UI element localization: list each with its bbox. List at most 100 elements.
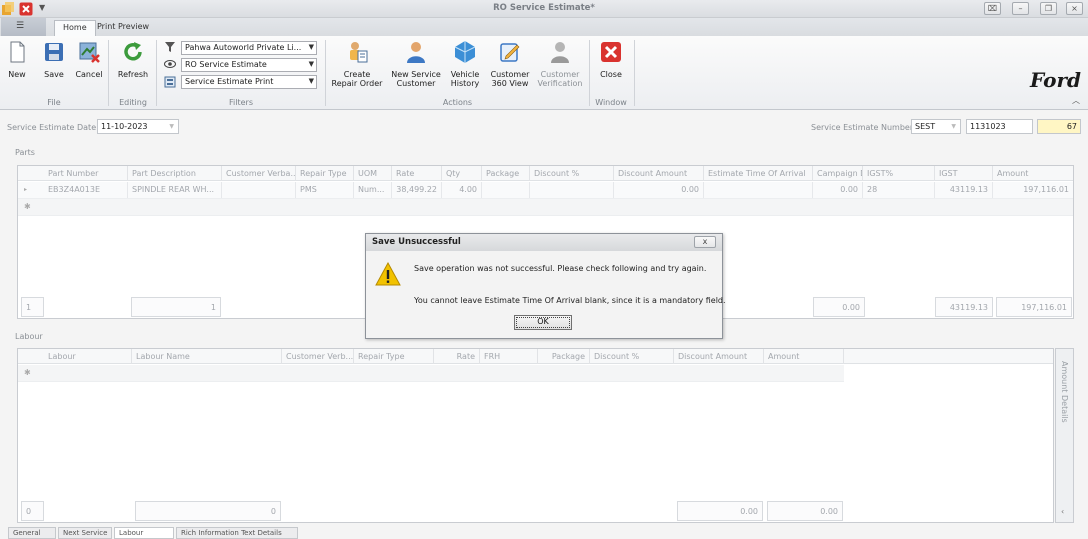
- table-row[interactable]: ▸ EB3Z4A013E SPINDLE REAR WH... PMS Num.…: [18, 182, 1073, 199]
- tab-print-preview[interactable]: Print Preview: [89, 20, 157, 36]
- col-package[interactable]: Package: [538, 349, 590, 364]
- service-estimate-date-value: 11-10-2023: [101, 122, 148, 131]
- estimate-suffix-field[interactable]: 67: [1037, 119, 1081, 134]
- col-igst-pct[interactable]: IGST%: [863, 166, 935, 181]
- refresh-button-label: Refresh: [117, 70, 149, 79]
- parts-footer-count: 1: [21, 297, 44, 317]
- group-separator: [108, 40, 109, 106]
- warning-icon: [375, 262, 401, 286]
- dialog-message-line-2: You cannot leave Estimate Time Of Arriva…: [414, 296, 726, 305]
- new-row[interactable]: ✱: [18, 365, 844, 382]
- refresh-button[interactable]: Refresh: [116, 40, 150, 79]
- col-campaign-discount[interactable]: Campaign D...: [813, 166, 863, 181]
- col-package[interactable]: Package: [482, 166, 530, 181]
- dealer-filter-combo[interactable]: Pahwa Autoworld Private Li... ▼: [181, 41, 317, 55]
- bottom-tab-labour[interactable]: Labour: [114, 527, 174, 539]
- cell-part-number[interactable]: EB3Z4A013E: [44, 182, 128, 198]
- col-rate[interactable]: Rate: [392, 166, 442, 181]
- new-row-asterisk-icon: ✱: [24, 368, 31, 377]
- estimate-number-field[interactable]: 1131023: [966, 119, 1033, 134]
- create-repair-order-label-1: Create: [343, 70, 371, 79]
- cell-rate[interactable]: 38,499.22: [392, 182, 442, 198]
- col-discount-pct[interactable]: Discount %: [590, 349, 674, 364]
- col-estimate-time-of-arrival[interactable]: Estimate Time Of Arrival: [704, 166, 813, 181]
- close-button[interactable]: ×: [1066, 2, 1083, 15]
- bottom-tab-general[interactable]: General: [8, 527, 56, 539]
- create-repair-order-button[interactable]: Create Repair Order: [330, 40, 384, 88]
- cell-igst[interactable]: 43119.13: [935, 182, 993, 198]
- service-estimate-number-label: Service Estimate Number: [811, 123, 914, 132]
- new-row-asterisk-icon: ✱: [24, 202, 31, 211]
- group-label-window: Window: [595, 98, 627, 107]
- dialog-title: Save Unsuccessful: [366, 234, 722, 251]
- bottom-tab-rich-information[interactable]: Rich Information Text Details: [176, 527, 298, 539]
- new-service-customer-button[interactable]: New Service Customer: [390, 40, 442, 88]
- restore-button[interactable]: ❐: [1040, 2, 1057, 15]
- col-frh[interactable]: FRH: [480, 349, 538, 364]
- col-rate[interactable]: Rate: [434, 349, 480, 364]
- col-labour-name[interactable]: Labour Name: [132, 349, 282, 364]
- cell-repair-type[interactable]: PMS: [296, 182, 354, 198]
- col-part-number[interactable]: Part Number: [44, 166, 128, 181]
- col-qty[interactable]: Qty: [442, 166, 482, 181]
- new-service-customer-label-2: Customer: [396, 79, 436, 88]
- estimate-number-prefix-combo[interactable]: SEST ▼: [911, 119, 961, 134]
- cell-estimate-time-of-arrival[interactable]: [704, 182, 813, 198]
- collapse-ribbon-icon[interactable]: ︿: [1072, 95, 1080, 106]
- new-row[interactable]: ✱: [18, 199, 1073, 216]
- cell-uom[interactable]: Num...: [354, 182, 392, 198]
- close-window-button[interactable]: Close: [596, 40, 626, 79]
- cell-discount-amount[interactable]: 0.00: [614, 182, 704, 198]
- col-discount-amount[interactable]: Discount Amount: [614, 166, 704, 181]
- cell-amount[interactable]: 197,116.01: [993, 182, 1073, 198]
- print-filter-combo[interactable]: Service Estimate Print ▼: [181, 75, 317, 89]
- new-button[interactable]: New: [4, 40, 30, 79]
- title-bar: ▼ RO Service Estimate* ⌧ – ❐ ×: [0, 0, 1088, 18]
- customer-360-view-button[interactable]: Customer 360 View: [488, 40, 532, 88]
- group-label-actions: Actions: [442, 98, 473, 107]
- cell-igst-pct[interactable]: 28: [863, 182, 935, 198]
- new-service-customer-label-1: New Service: [391, 70, 441, 79]
- cancel-button[interactable]: Cancel: [74, 40, 104, 79]
- col-repair-type[interactable]: Repair Type: [296, 166, 354, 181]
- cell-customer-verbatim[interactable]: [222, 182, 296, 198]
- app-menu-icon: ☰: [16, 21, 25, 31]
- dialog-close-button[interactable]: x: [694, 236, 716, 248]
- col-repair-type[interactable]: Repair Type: [354, 349, 434, 364]
- col-part-description[interactable]: Part Description: [128, 166, 222, 181]
- customer-verification-button[interactable]: Customer Verification: [537, 40, 583, 88]
- screen-filter-combo[interactable]: RO Service Estimate ▼: [181, 58, 317, 72]
- cell-qty[interactable]: 4.00: [442, 182, 482, 198]
- cancel-icon: [79, 42, 100, 63]
- col-labour[interactable]: Labour: [44, 349, 132, 364]
- col-igst[interactable]: IGST: [935, 166, 993, 181]
- vehicle-history-icon: [454, 41, 476, 63]
- ok-button[interactable]: OK: [514, 315, 572, 330]
- parts-section-label: Parts: [15, 148, 35, 157]
- cell-discount-pct[interactable]: [530, 182, 614, 198]
- col-amount[interactable]: Amount: [764, 349, 844, 364]
- group-label-editing: Editing: [119, 98, 147, 107]
- col-amount[interactable]: Amount: [993, 166, 1073, 181]
- col-discount-pct[interactable]: Discount %: [530, 166, 614, 181]
- cell-campaign-discount[interactable]: 0.00: [813, 182, 863, 198]
- save-button[interactable]: Save: [40, 40, 68, 79]
- col-customer-verbatim[interactable]: Customer Verb...: [282, 349, 354, 364]
- cell-part-description[interactable]: SPINDLE REAR WH...: [128, 182, 222, 198]
- minimize-button[interactable]: –: [1012, 2, 1029, 15]
- bottom-tab-next-service[interactable]: Next Service: [58, 527, 112, 539]
- col-customer-verbatim[interactable]: Customer Verba...: [222, 166, 296, 181]
- application-menu-button[interactable]: ☰: [1, 18, 46, 36]
- labour-grid[interactable]: Labour Labour Name Customer Verb... Repa…: [17, 348, 1054, 523]
- vehicle-history-button[interactable]: Vehicle History: [448, 40, 482, 88]
- chevron-left-icon[interactable]: ‹: [1061, 507, 1064, 516]
- amount-details-panel[interactable]: Amount Details ‹: [1055, 348, 1074, 523]
- ribbon-tabs: ☰ Home Print Preview: [0, 18, 1088, 36]
- cell-package[interactable]: [482, 182, 530, 198]
- labour-section-label: Labour: [15, 332, 43, 341]
- restore-tiles-button[interactable]: ⌧: [984, 2, 1001, 15]
- close-red-icon: [601, 42, 621, 62]
- service-estimate-date-field[interactable]: 11-10-2023 ▼: [97, 119, 179, 134]
- col-uom[interactable]: UOM: [354, 166, 392, 181]
- col-discount-amount[interactable]: Discount Amount: [674, 349, 764, 364]
